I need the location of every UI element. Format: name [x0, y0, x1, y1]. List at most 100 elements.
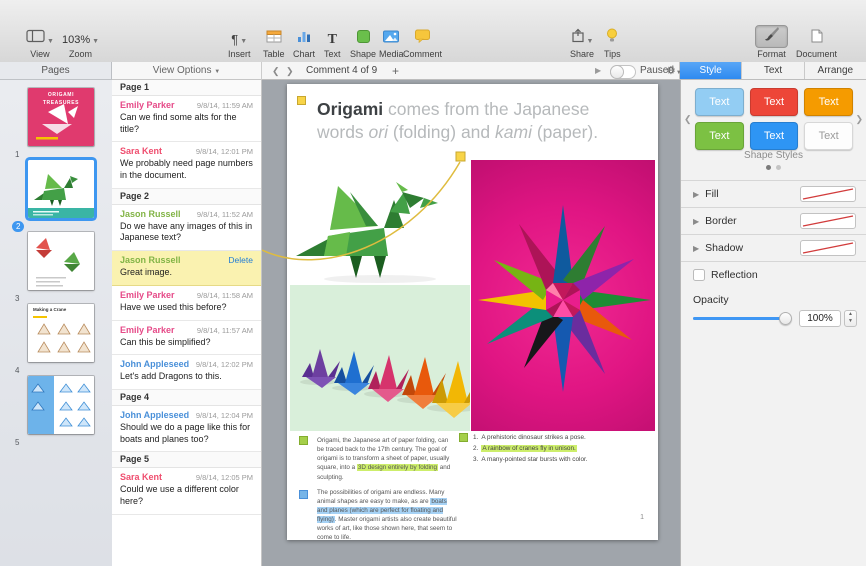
document-page[interactable]: Origami comes from the Japanese words or…	[287, 84, 658, 542]
opacity-value-field[interactable]: 100%	[799, 310, 841, 327]
comment-counter: Comment 4 of 9	[306, 65, 378, 76]
page-number: 1	[640, 514, 644, 521]
shadow-style-well[interactable]	[800, 240, 856, 256]
slider-knob[interactable]	[779, 312, 792, 325]
page-thumbnail-2[interactable]	[28, 160, 94, 218]
opacity-stepper[interactable]: ▲ ▼	[844, 310, 857, 327]
share-button[interactable]: ▼ Share	[570, 28, 594, 59]
page-thumbnail-4[interactable]: Making a Crane	[28, 304, 94, 362]
style-preset-5[interactable]: Text	[749, 122, 799, 150]
caption-list[interactable]: 1. A prehistoric dinosaur strikes a pose.…	[473, 434, 643, 467]
comment-item[interactable]: Sara Kent 9/8/14, 12:05 PM Could we use a…	[112, 468, 261, 515]
document-heading[interactable]: Origami comes from the Japanese words or…	[317, 98, 617, 144]
view-icon	[26, 29, 45, 48]
body-text-column[interactable]: Origami, the Japanese art of paper foldi…	[317, 436, 457, 542]
stepper-down-icon: ▼	[848, 318, 853, 324]
comment-item[interactable]: Sara Kent 9/8/14, 12:01 PM We probably ne…	[112, 142, 261, 189]
tab-arrange[interactable]: Arrange	[803, 62, 866, 79]
disclosure-triangle-icon[interactable]: ▶	[693, 217, 699, 226]
tips-button[interactable]: Tips	[604, 28, 621, 59]
document-button[interactable]: Document	[796, 29, 837, 59]
play-icon[interactable]: ▶	[595, 62, 601, 80]
comments-panel: Page 1 Emily Parker 9/8/14, 11:59 AM Can …	[112, 80, 262, 566]
text-button[interactable]: T Text	[324, 29, 341, 59]
boats-thumbnail-art	[28, 376, 94, 434]
list-item-1: 1. A prehistoric dinosaur strikes a pose.	[473, 434, 586, 441]
disclosure-triangle-icon[interactable]: ▶	[693, 244, 699, 253]
tab-text[interactable]: Text	[741, 62, 803, 79]
style-preset-1[interactable]: Text	[695, 88, 744, 116]
add-comment-button[interactable]: +	[392, 62, 399, 80]
comment-text: Could we use a different color here?	[120, 484, 239, 506]
comment-time: 9/8/14, 11:57 AM	[196, 325, 253, 335]
next-comment-button[interactable]: ❯	[286, 62, 294, 80]
text-icon: T	[327, 32, 337, 47]
reflection-checkbox[interactable]	[693, 269, 705, 281]
border-section[interactable]: ▶ Border	[681, 207, 866, 234]
comment-author: Sara Kent	[120, 472, 163, 483]
origami-dragon-image[interactable]	[290, 160, 470, 285]
comment-item[interactable]: John Appleseed 9/8/14, 12:04 PM Should we…	[112, 406, 261, 453]
presets-next-arrow[interactable]: ❯	[855, 114, 863, 125]
chart-icon	[297, 30, 311, 48]
zoom-value: 103%	[62, 34, 91, 46]
tab-style[interactable]: Style	[680, 62, 742, 79]
zoom-control[interactable]: 103% ▼ Zoom	[62, 29, 99, 59]
shadow-section[interactable]: ▶ Shadow	[681, 234, 866, 261]
comment-anchor-title[interactable]	[297, 96, 306, 105]
style-preset-2[interactable]: Text	[749, 88, 799, 116]
media-button[interactable]: Media	[379, 29, 404, 59]
presets-previous-arrow[interactable]: ❮	[684, 114, 692, 125]
comment-anchor-paragraph2[interactable]	[299, 490, 308, 499]
comment-item[interactable]: Jason Russell 9/8/14, 11:52 AM Do we have…	[112, 205, 261, 252]
chart-button[interactable]: Chart	[293, 29, 315, 59]
comment-time: 9/8/14, 12:04 PM	[195, 410, 253, 420]
chevron-down-icon: ▼	[586, 38, 594, 45]
origami-cranes-image[interactable]	[290, 285, 470, 431]
insert-button[interactable]: ¶ ▼ Insert	[228, 29, 251, 59]
comment-button[interactable]: Comment	[403, 29, 442, 59]
page-thumbnail-1[interactable]: ORIGAMI TREASURES	[28, 88, 94, 146]
comment-item[interactable]: Emily Parker 9/8/14, 11:57 AM Can this be…	[112, 321, 261, 356]
shape-styles-label: Shape Styles	[744, 150, 803, 161]
comment-anchor-list[interactable]	[459, 433, 468, 442]
tracking-toggle[interactable]	[610, 65, 636, 79]
fill-section[interactable]: ▶ Fill	[681, 180, 866, 207]
media-icon	[383, 30, 400, 48]
origami-star-image[interactable]	[471, 160, 655, 431]
comment-item-selected[interactable]: Jason Russell Delete Great image.	[112, 251, 261, 286]
comment-author: John Appleseed	[120, 409, 190, 420]
comment-item[interactable]: Emily Parker 9/8/14, 11:59 AM Can we find…	[112, 96, 261, 143]
style-preset-3[interactable]: Text	[804, 88, 853, 116]
comment-time: 9/8/14, 11:58 AM	[196, 290, 253, 300]
green-highlight: 3D design entirely by folding	[356, 464, 439, 472]
disclosure-triangle-icon[interactable]: ▶	[693, 190, 699, 199]
comment-anchor-paragraph1[interactable]	[299, 436, 308, 445]
comment-text: Great image.	[120, 267, 173, 278]
border-style-well[interactable]	[800, 213, 856, 229]
comment-icon	[415, 29, 430, 48]
zoom-label: Zoom	[69, 49, 93, 59]
previous-comment-button[interactable]: ❮	[272, 62, 280, 80]
list-item-2: 2. A rainbow of cranes fly in unison.	[473, 444, 577, 452]
delete-comment-link[interactable]: Delete	[228, 255, 253, 265]
shape-button[interactable]: Shape	[350, 29, 376, 59]
comment-item[interactable]: John Appleseed 9/8/14, 12:02 PM Let's add…	[112, 355, 261, 390]
table-button[interactable]: Table	[263, 29, 285, 59]
page-dot-active	[766, 165, 771, 170]
page-group-header: Page 4	[112, 389, 261, 406]
view-button[interactable]: ▼ View	[26, 29, 54, 59]
page-thumbnail-3[interactable]	[28, 232, 94, 290]
comments-view-options[interactable]: View Options ▼	[112, 62, 262, 80]
style-preset-4[interactable]: Text	[695, 122, 744, 150]
style-preset-6[interactable]: Text	[804, 122, 853, 150]
presets-page-dots[interactable]	[681, 165, 866, 170]
comment-item[interactable]: Emily Parker 9/8/14, 11:58 AM Have we use…	[112, 286, 261, 321]
opacity-label: Opacity	[693, 294, 729, 306]
page-number-5: 5	[15, 438, 20, 447]
page-thumbnail-5[interactable]	[28, 376, 94, 434]
format-button[interactable]: Format	[755, 25, 788, 59]
opacity-slider[interactable]	[693, 312, 792, 325]
fill-color-well[interactable]	[800, 186, 856, 202]
comment-time: 9/8/14, 11:59 AM	[196, 101, 253, 110]
